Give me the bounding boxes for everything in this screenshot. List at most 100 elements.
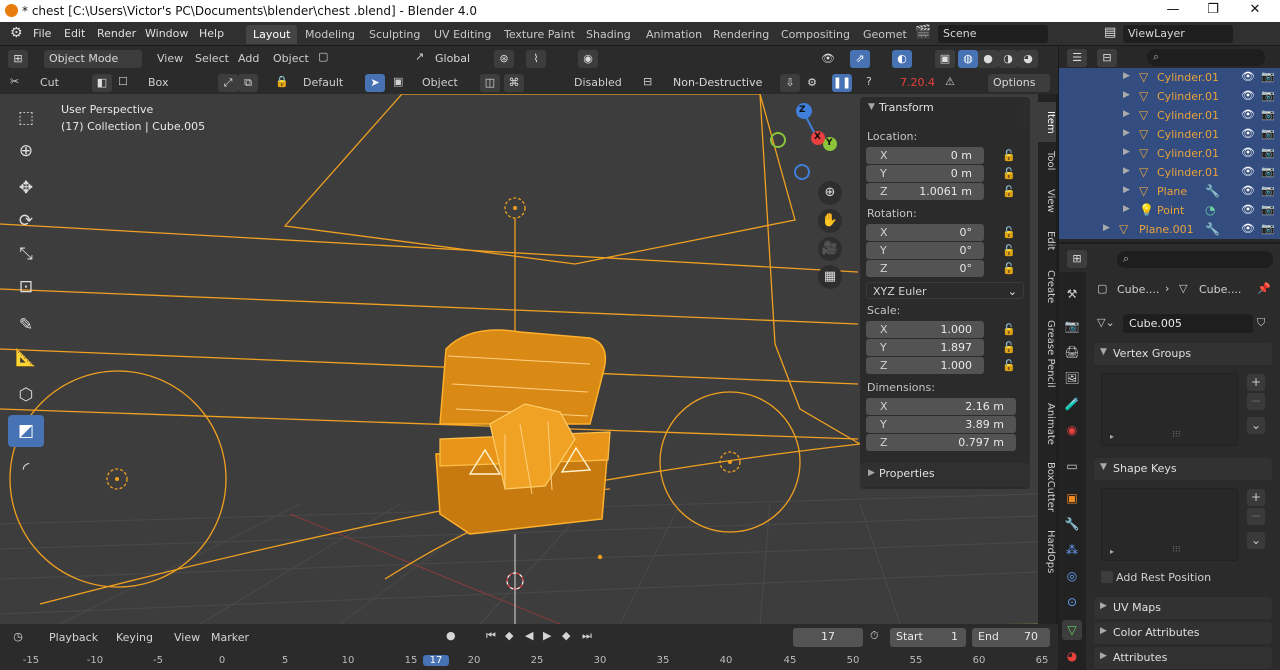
select-cursor-icon[interactable]: ➤ [365, 74, 385, 92]
tab-grease-pencil[interactable]: Grease Pencil [1038, 316, 1056, 392]
properties-section[interactable]: ▶ Properties [860, 463, 1030, 487]
shape-keys-list[interactable]: ▸ ⁝⁝⁝ [1101, 488, 1238, 561]
disabled-dropdown[interactable]: Disabled [574, 76, 622, 89]
tool-properties-icon[interactable]: ⚒ [1062, 284, 1082, 304]
lock-location-y-icon[interactable]: 🔓 [1002, 167, 1016, 181]
workspace-tab-texture-paint[interactable]: Texture Paint [497, 25, 582, 44]
menu-edit[interactable]: Edit [64, 27, 85, 40]
transform-orientation-dropdown[interactable]: Global [430, 50, 488, 68]
location-z-field[interactable]: Z 1.0061 m [866, 183, 984, 200]
menu-add[interactable]: Add [238, 52, 259, 65]
tab-create[interactable]: Create [1038, 264, 1056, 310]
move-tool-icon[interactable]: ✥ [8, 172, 44, 204]
playback-menu[interactable]: Playback [49, 631, 98, 644]
rotate-tool-icon[interactable]: ⟳ [8, 205, 44, 237]
rotation-y-field[interactable]: Y 0° [866, 242, 984, 259]
tab-item[interactable]: Item [1038, 102, 1056, 142]
marker-menu[interactable]: Marker [211, 631, 249, 644]
viewlayer-selector[interactable]: ViewLayer [1123, 25, 1233, 43]
dimensions-x-field[interactable]: X 2.16 m [866, 398, 1016, 415]
properties-header[interactable]: Properties [879, 467, 935, 480]
array-icon[interactable]: ⌘ [504, 74, 524, 92]
menu-file[interactable]: File [33, 27, 51, 40]
outliner-row[interactable]: ▶ ▽ Cylinder.01 👁 📷 [1059, 144, 1280, 163]
mesh-data-properties-icon[interactable]: ▽ [1062, 620, 1082, 640]
menu-render[interactable]: Render [97, 27, 136, 40]
transform-collapse-icon[interactable]: ▼ [868, 102, 875, 112]
outliner-row[interactable]: ▶ ▽ Cylinder.01 👁 📷 [1059, 125, 1280, 144]
remove-vertex-group-button[interactable]: − [1247, 393, 1265, 410]
rotation-mode-dropdown[interactable]: XYZ Euler ⌄ [866, 282, 1024, 299]
tab-edit[interactable]: Edit [1038, 224, 1056, 258]
zoom-icon[interactable]: ⊕ [818, 181, 842, 205]
outliner-row[interactable]: ▶ ▽ Plane.001 🔧 👁 📷 [1059, 220, 1280, 239]
rotation-z-field[interactable]: Z 0° [866, 260, 984, 277]
transform-header[interactable]: Transform [879, 101, 934, 114]
outliner-row[interactable]: ▶ ▽ Cylinder.01 👁 📷 [1059, 87, 1280, 106]
default-dropdown[interactable]: Default [303, 76, 343, 89]
workspace-tab-modeling[interactable]: Modeling [298, 25, 362, 44]
tab-view[interactable]: View [1038, 182, 1056, 220]
workspace-tab-shading[interactable]: Shading [579, 25, 638, 44]
maximize-button[interactable]: ❐ [1198, 2, 1228, 20]
box-checkbox-icon[interactable]: ☐ [118, 75, 128, 88]
outliner-row[interactable]: ▶ ▽ Plane 🔧 👁 📷 [1059, 182, 1280, 201]
end-frame-field[interactable]: End 70 [972, 628, 1050, 647]
auto-keying-icon[interactable]: ● [446, 629, 456, 642]
workspace-tab-geometry[interactable]: Geomet [856, 25, 914, 44]
scene-properties-icon[interactable]: 🧪 [1062, 394, 1082, 414]
mode-icon[interactable]: ◧ [92, 74, 112, 92]
shape-keys-section[interactable]: ▼ Shape Keys [1094, 458, 1272, 480]
ortho-grid-icon[interactable]: ▦ [818, 265, 842, 289]
vertex-groups-section[interactable]: ▼ Vertex Groups [1094, 343, 1272, 365]
boxcutter-tool-icon[interactable]: ◩ [8, 415, 44, 447]
lock-scale-z-icon[interactable]: 🔓 [1002, 359, 1016, 373]
apply-icon[interactable]: ⇩ [780, 74, 800, 92]
lock-location-z-icon[interactable]: 🔓 [1002, 185, 1016, 199]
visibility-icon[interactable]: 👁 [818, 50, 838, 68]
camera-view-icon[interactable]: 🎥 [818, 237, 842, 261]
menu-help[interactable]: Help [199, 27, 224, 40]
dimensions-z-field[interactable]: Z 0.797 m [866, 434, 1016, 451]
lock-rotation-z-icon[interactable]: 🔓 [1002, 262, 1016, 276]
modifier-properties-icon[interactable]: 🔧 [1062, 514, 1082, 534]
keying-menu[interactable]: Keying [116, 631, 153, 644]
outliner-editor-icon[interactable]: ☰ [1067, 49, 1087, 67]
object-type-icon[interactable]: ▢ [318, 50, 328, 63]
material-properties-icon[interactable]: ◕ [1062, 646, 1082, 666]
pause-icon[interactable]: ❚❚ [832, 74, 852, 92]
add-vertex-group-button[interactable]: + [1247, 374, 1265, 391]
dimensions-y-field[interactable]: Y 3.89 m [866, 416, 1016, 433]
physics-properties-icon[interactable]: ◎ [1062, 566, 1082, 586]
timeline-editor-icon[interactable]: ◷ [8, 628, 28, 646]
scale-x-field[interactable]: X 1.000 [866, 321, 984, 338]
select-box-tool-icon[interactable]: ⬚ [8, 102, 44, 134]
tab-tool[interactable]: Tool [1038, 144, 1056, 178]
jump-start-icon[interactable]: ⏮ [486, 629, 496, 643]
scale-z-field[interactable]: Z 1.000 [866, 357, 984, 374]
scale-tool-icon[interactable]: ⤡ [8, 238, 44, 270]
outliner-row[interactable]: ▶ ▽ Cylinder.01 👁 📷 [1059, 163, 1280, 182]
menu-view[interactable]: View [157, 52, 183, 65]
workspace-tab-rendering[interactable]: Rendering [706, 25, 776, 44]
outliner-search-input[interactable]: ⌕ [1147, 49, 1265, 66]
options-dropdown[interactable]: Options [988, 74, 1050, 92]
workspace-tab-compositing[interactable]: Compositing [774, 25, 857, 44]
annotate-tool-icon[interactable]: ✎ [8, 309, 44, 341]
shading-solid-icon[interactable]: ● [978, 50, 998, 68]
uv-maps-section[interactable]: ▶ UV Maps [1094, 597, 1272, 619]
location-x-field[interactable]: X0 m [866, 147, 984, 164]
proportional-edit-icon[interactable]: ◉ [578, 50, 598, 68]
overlay-toggle-icon[interactable]: ◐ [892, 50, 912, 68]
world-properties-icon[interactable]: ◉ [1062, 420, 1082, 440]
outliner-row[interactable]: ▶ ▽ Cylinder.01 👁 📷 [1059, 106, 1280, 125]
gizmo-y-label[interactable]: Y [826, 138, 833, 148]
add-shape-key-button[interactable]: + [1247, 489, 1265, 506]
box-label[interactable]: Box [148, 76, 168, 89]
breadcrumb-object[interactable]: Cube.... [1117, 283, 1159, 296]
play-icon[interactable]: ▶ [543, 629, 551, 642]
menu-select[interactable]: Select [195, 52, 229, 65]
editor-type-icon[interactable]: ⊞ [8, 50, 28, 68]
start-frame-field[interactable]: Start 1 [890, 628, 966, 647]
current-frame-marker[interactable]: 17 [423, 655, 449, 666]
